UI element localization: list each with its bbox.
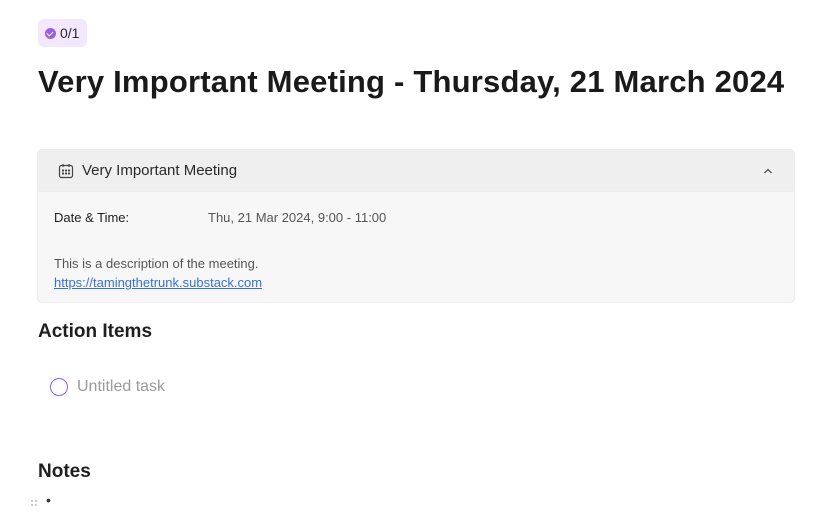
chevron-up-icon[interactable] bbox=[762, 165, 774, 177]
drag-handle-icon[interactable] bbox=[30, 494, 38, 506]
progress-count: 0/1 bbox=[60, 25, 80, 41]
page-title[interactable]: Very Important Meeting - Thursday, 21 Ma… bbox=[38, 64, 784, 100]
task-item[interactable]: Untitled task bbox=[50, 378, 165, 396]
check-circle-icon bbox=[45, 27, 56, 39]
meeting-link[interactable]: https://tamingthetrunk.substack.com bbox=[54, 275, 262, 290]
notes-bullet[interactable]: • bbox=[46, 492, 51, 508]
task-title[interactable]: Untitled task bbox=[77, 378, 165, 396]
meeting-card-header[interactable]: Very Important Meeting bbox=[38, 150, 794, 192]
date-time-label: Date & Time: bbox=[54, 210, 130, 225]
calendar-icon bbox=[58, 163, 74, 179]
action-items-heading: Action Items bbox=[38, 321, 153, 342]
meeting-card-title: Very Important Meeting bbox=[82, 162, 238, 179]
meeting-description: This is a description of the meeting. ht… bbox=[54, 254, 778, 292]
notes-heading: Notes bbox=[38, 461, 91, 482]
meeting-card: Very Important Meeting Date & Time: Thu,… bbox=[37, 149, 795, 303]
date-time-value: Thu, 21 Mar 2024, 9:00 - 11:00 bbox=[208, 210, 387, 225]
meeting-description-text: This is a description of the meeting. bbox=[54, 256, 259, 271]
meeting-card-body: Date & Time: Thu, 21 Mar 2024, 9:00 - 11… bbox=[38, 210, 794, 292]
progress-badge[interactable]: 0/1 bbox=[38, 19, 88, 47]
task-checkbox[interactable] bbox=[50, 378, 68, 396]
date-time-row: Date & Time: Thu, 21 Mar 2024, 9:00 - 11… bbox=[54, 210, 778, 225]
